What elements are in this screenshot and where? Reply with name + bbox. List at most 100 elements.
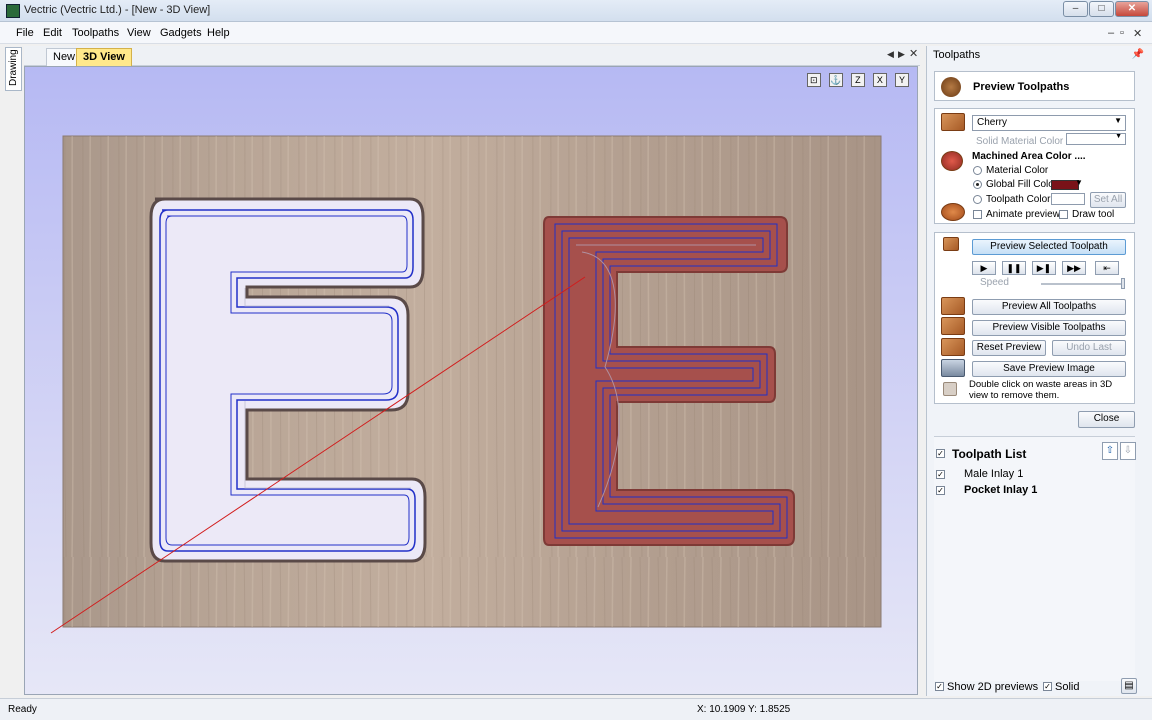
draw-tool-checkbox[interactable] xyxy=(1059,210,1068,219)
speed-slider-knob[interactable] xyxy=(1121,278,1125,289)
cursor-coordinates: X: 10.1909 Y: 1.8525 xyxy=(697,704,791,715)
menu-bar: File Edit Toolpaths View Gadgets Help xyxy=(0,22,1152,44)
radio-material-color[interactable] xyxy=(973,166,982,175)
male-inlay-checkbox[interactable]: ✓ xyxy=(936,470,945,479)
show-2d-previews-label: Show 2D previews xyxy=(947,681,1039,693)
preview-header-title: Preview Toolpaths xyxy=(973,81,1070,93)
waste-area-icon xyxy=(943,382,957,396)
menu-view[interactable]: View xyxy=(127,27,151,39)
drawing-side-tab[interactable]: Drawing xyxy=(5,47,22,91)
save-preview-image-button[interactable]: Save Preview Image xyxy=(972,361,1126,377)
3d-view-canvas[interactable]: ⊡ ⚓ Z X Y xyxy=(24,66,918,695)
set-all-button[interactable]: Set All xyxy=(1090,192,1126,208)
draw-tool-label: Draw tool xyxy=(1072,209,1115,220)
app-icon xyxy=(6,4,20,18)
fast-forward-button[interactable]: ▶▶ xyxy=(1062,261,1086,275)
material-select-value: Cherry xyxy=(977,117,1008,128)
reset-preview-button[interactable]: Reset Preview xyxy=(972,340,1046,356)
maximize-button[interactable]: □ xyxy=(1089,1,1114,17)
radio-toolpath-color-label: Toolpath Color xyxy=(986,194,1051,205)
close-window-button[interactable]: ✕ xyxy=(1115,1,1149,17)
speed-slider[interactable] xyxy=(1041,278,1125,289)
radio-global-fill-color[interactable] xyxy=(973,180,982,189)
view-tools: ⊡ ⚓ Z X Y xyxy=(802,73,909,87)
preview-all-button[interactable]: Preview All Toolpaths xyxy=(972,299,1126,315)
waste-area-hint: Double click on waste areas in 3D view t… xyxy=(969,379,1113,401)
material-select[interactable]: Cherry ▼ xyxy=(972,115,1126,131)
layout-icon[interactable]: ▤ xyxy=(1121,678,1137,694)
menu-gadgets[interactable]: Gadgets xyxy=(160,27,202,39)
mdi-minimize-button[interactable]: – xyxy=(1108,27,1114,39)
material-wood-icon xyxy=(941,113,965,131)
skip-end-button[interactable]: ⇤ xyxy=(1095,261,1119,275)
pause-button[interactable]: ❚❚ xyxy=(1002,261,1026,275)
step-button[interactable]: ▶❚ xyxy=(1032,261,1056,275)
preview-visible-icon xyxy=(941,317,965,335)
preview-header: Preview Toolpaths xyxy=(934,71,1135,101)
machined-area-color-label: Machined Area Color .... xyxy=(972,151,1086,162)
3d-scene xyxy=(50,135,882,634)
pocket-inlay-checkbox[interactable]: ✓ xyxy=(936,486,945,495)
male-inlay-letter-e xyxy=(149,197,427,563)
preview-controls: Preview Selected Toolpath ▶ ❚❚ ▶❚ ▶▶ ⇤ S… xyxy=(934,232,1135,404)
preview-toolpaths-icon xyxy=(941,77,961,97)
pocket-inlay-letter-e xyxy=(543,216,795,546)
close-button[interactable]: Close xyxy=(1078,411,1135,428)
show-2d-previews-checkbox[interactable]: ✓ xyxy=(935,682,944,691)
menu-toolpaths[interactable]: Toolpaths xyxy=(72,27,119,39)
x-view-icon[interactable]: X xyxy=(872,73,887,87)
move-up-icon[interactable]: ⇧ xyxy=(1102,442,1118,460)
toolpath-item-male-inlay[interactable]: Male Inlay 1 xyxy=(964,468,1023,480)
chevron-down-icon[interactable]: ▼ xyxy=(1075,178,1083,187)
reset-preview-icon xyxy=(941,338,965,356)
save-image-icon xyxy=(941,359,965,377)
menu-help[interactable]: Help xyxy=(207,27,230,39)
window-title: Vectric (Vectric Ltd.) - [New - 3D View] xyxy=(24,4,211,16)
mdi-restore-button[interactable]: ▫ xyxy=(1120,27,1124,39)
toolpaths-panel: Toolpaths 📌 Preview Toolpaths Cherry ▼ S… xyxy=(926,46,1152,696)
tab-scroll-right-icon[interactable]: ▶ xyxy=(898,49,905,60)
fit-view-icon[interactable]: ⊡ xyxy=(806,73,821,87)
animate-preview-label: Animate preview xyxy=(986,209,1060,220)
menu-file[interactable]: File xyxy=(16,27,34,39)
pin-icon[interactable]: 📌 xyxy=(1132,49,1144,60)
drawing-tab-label: Drawing xyxy=(8,49,19,86)
bottom-options: ✓ Show 2D previews ✓ Solid ▤ xyxy=(933,678,1145,696)
animate-icon xyxy=(941,203,965,221)
tab-close-icon[interactable]: ✕ xyxy=(909,47,918,60)
play-button[interactable]: ▶ xyxy=(972,261,996,275)
chevron-down-icon: ▼ xyxy=(1114,116,1122,125)
solid-checkbox[interactable]: ✓ xyxy=(1043,682,1052,691)
toolpath-color-select[interactable] xyxy=(1051,193,1085,205)
toolpath-list-checkbox[interactable]: ✓ xyxy=(936,449,945,458)
status-bar: Ready X: 10.1909 Y: 1.8525 xyxy=(0,698,1152,720)
preview-visible-button[interactable]: Preview Visible Toolpaths xyxy=(972,320,1126,336)
document-tabs: New 3D View xyxy=(24,46,920,66)
mdi-close-button[interactable]: ✕ xyxy=(1133,27,1142,40)
minimize-button[interactable]: – xyxy=(1063,1,1088,17)
preview-selected-button[interactable]: Preview Selected Toolpath xyxy=(972,239,1126,255)
title-bar: Vectric (Vectric Ltd.) - [New - 3D View]… xyxy=(0,0,1152,22)
iso-view-icon[interactable]: ⚓ xyxy=(828,73,843,87)
toolpath-item-pocket-inlay[interactable]: Pocket Inlay 1 xyxy=(964,484,1037,496)
toolpath-list: ✓ Toolpath List ⇧ ⇩ ✓ Male Inlay 1 ✓ Poc… xyxy=(934,436,1136,681)
z-view-icon[interactable]: Z xyxy=(850,73,865,87)
solid-color-select[interactable]: ▼ xyxy=(1066,133,1126,145)
undo-last-button[interactable]: Undo Last xyxy=(1052,340,1126,356)
tab-scroll-left-icon[interactable]: ◀ xyxy=(887,49,894,60)
machined-area-icon xyxy=(941,151,963,171)
menu-edit[interactable]: Edit xyxy=(43,27,62,39)
solid-material-color-label: Solid Material Color xyxy=(976,136,1064,147)
panel-title: Toolpaths xyxy=(933,49,981,61)
animate-preview-checkbox[interactable] xyxy=(973,210,982,219)
tab-3d-view[interactable]: 3D View xyxy=(76,48,132,66)
solid-label: Solid xyxy=(1055,681,1080,693)
move-down-icon[interactable]: ⇩ xyxy=(1120,442,1136,460)
status-text: Ready xyxy=(8,704,37,715)
radio-global-fill-label: Global Fill Color xyxy=(986,179,1058,190)
radio-toolpath-color[interactable] xyxy=(973,195,982,204)
preview-all-icon xyxy=(941,297,965,315)
chevron-down-icon: ▼ xyxy=(1115,133,1122,140)
speed-label: Speed xyxy=(980,277,1009,288)
y-view-icon[interactable]: Y xyxy=(895,73,909,87)
